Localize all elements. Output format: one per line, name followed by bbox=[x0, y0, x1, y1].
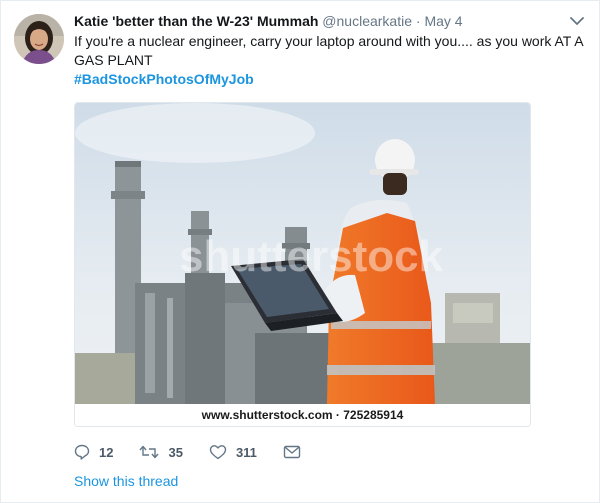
like-count: 311 bbox=[235, 444, 257, 460]
direct-message-button[interactable] bbox=[283, 445, 301, 459]
tweet-text-block: If you're a nuclear engineer, carry your… bbox=[74, 32, 586, 89]
retweet-count: 35 bbox=[168, 444, 183, 460]
tweet-media[interactable]: shutterstock www.shutterstock.com · 7252… bbox=[74, 102, 531, 427]
avatar-photo bbox=[14, 14, 64, 64]
reply-button[interactable]: 12 bbox=[74, 444, 113, 460]
header-separator: · bbox=[415, 13, 421, 29]
stock-photo-scene: shutterstock bbox=[75, 103, 530, 404]
hashtag-link[interactable]: #BadStockPhotosOfMyJob bbox=[74, 70, 586, 89]
display-name[interactable]: Katie 'better than the W-23' Mummah bbox=[74, 13, 318, 29]
stock-caption: www.shutterstock.com · 725285914 bbox=[75, 404, 530, 426]
reply-count: 12 bbox=[99, 444, 114, 460]
show-thread-link[interactable]: Show this thread bbox=[74, 473, 178, 489]
reply-icon bbox=[74, 444, 90, 460]
tweet-header: Katie 'better than the W-23' Mummah @nuc… bbox=[74, 12, 554, 30]
tweet-actions: 12 35 311 bbox=[74, 442, 327, 462]
tweet-text: If you're a nuclear engineer, carry your… bbox=[74, 33, 583, 68]
avatar[interactable] bbox=[14, 14, 64, 64]
chevron-down-icon[interactable] bbox=[569, 13, 585, 29]
like-icon bbox=[209, 444, 227, 460]
direct-message-icon bbox=[283, 445, 301, 459]
tweet-date[interactable]: May 4 bbox=[424, 13, 462, 29]
retweet-icon bbox=[139, 444, 160, 460]
tweet-card[interactable]: Katie 'better than the W-23' Mummah @nuc… bbox=[0, 0, 600, 503]
like-button[interactable]: 311 bbox=[209, 444, 257, 460]
watermark-text: shutterstock bbox=[179, 232, 444, 281]
retweet-button[interactable]: 35 bbox=[139, 444, 183, 460]
user-handle[interactable]: @nuclearkatie bbox=[322, 13, 412, 29]
